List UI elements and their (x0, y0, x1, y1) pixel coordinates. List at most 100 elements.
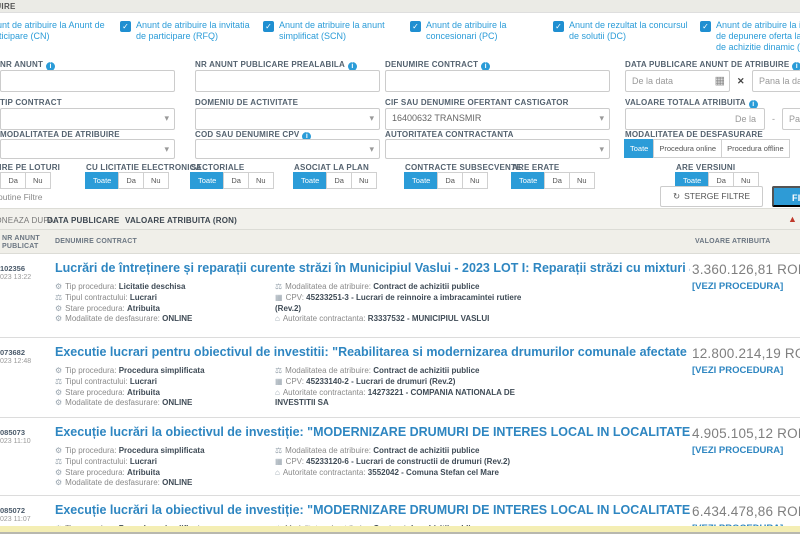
checkbox-cn[interactable]: ✓ Anunt de atribuire la Anunt de partici… (0, 20, 110, 42)
date-from-input[interactable]: De la data ▦ (625, 70, 730, 92)
toggle-toate-button[interactable]: Toate (404, 172, 438, 189)
toggle-loturi: Toate Da Nu (0, 172, 51, 189)
row-title-link[interactable]: Execuție lucrări la obiectivul de invest… (55, 503, 690, 517)
scales-icon: ⚖ (275, 446, 282, 455)
toggle-nu-button[interactable]: Nu (462, 172, 488, 189)
chevron-down-icon: ▾ (164, 113, 169, 124)
scales-icon: ⚖ (275, 366, 282, 375)
row-details-right: ⚖Modalitatea de atribuire: Contract de a… (275, 446, 533, 478)
row-date: 023 11:10 (0, 438, 60, 445)
modalitate-atribuire-select[interactable]: ▾ (0, 139, 175, 159)
cif-ofertant-select[interactable]: 16400632 TRANSMIR▾ (385, 108, 610, 130)
desfasurare-toate-button[interactable]: Toate (624, 139, 654, 158)
building-icon: ⌂ (275, 388, 280, 397)
range-dash: - (772, 114, 775, 124)
detail-tipul-contractului: ⚖Tipul contractului: Lucrari (55, 377, 267, 388)
nr-anunt-input[interactable] (0, 70, 175, 92)
toggle-nu-button[interactable]: Nu (25, 172, 51, 189)
valoare-to-placeholder: Pana la (789, 114, 800, 124)
tip-contract-select[interactable]: ▾ (0, 108, 175, 130)
row-title-link[interactable]: Executie lucrari pentru obiectivul de in… (55, 345, 690, 359)
toggle-licitatie: Toate Da Nu (86, 172, 169, 189)
checkbox-label: Anunt de atribuire la invitatia de depun… (716, 20, 800, 53)
checkbox-dc[interactable]: ✓ Anunt de rezultat la concursul de solu… (553, 20, 693, 42)
vezi-procedura-link[interactable]: [VEZI PROCEDURA] (692, 281, 783, 292)
valoare-to-input[interactable]: Pana la (782, 108, 800, 130)
less-filters-link[interactable]: Mai putine Filtre (0, 192, 42, 202)
desfasurare-offline-button[interactable]: Procedura offline (721, 139, 790, 158)
table-header: NR ANUNTPUBLICAT DENUMIRE CONTRACT VALOA… (0, 230, 800, 254)
valoare-from-input[interactable]: De la (625, 108, 765, 130)
checkbox-pc[interactable]: ✓ Anunt de atribuire la concesionari (PC… (410, 20, 550, 42)
checkbox-checked-icon[interactable]: ✓ (410, 21, 421, 32)
denumire-contract-input[interactable] (385, 70, 610, 92)
checkbox-checked-icon[interactable]: ✓ (120, 21, 131, 32)
nr-prealabila-input[interactable] (195, 70, 380, 92)
toggle-nu-button[interactable]: Nu (569, 172, 595, 189)
clear-date-icon[interactable]: ✕ (737, 76, 745, 87)
detail-modalitatea-atribuire: ⚖Modalitatea de atribuire: Contract de a… (275, 366, 533, 377)
sort-valoare-atribuita[interactable]: VALOARE ATRIBUITA (RON) (125, 216, 237, 225)
toggle-nu-button[interactable]: Nu (143, 172, 169, 189)
toggle-da-button[interactable]: Da (223, 172, 249, 189)
date-to-placeholder: Pana la data (759, 76, 800, 86)
row-date: 023 11:07 (0, 516, 60, 523)
toggle-toate-button[interactable]: Toate (511, 172, 545, 189)
toggle-toate-button[interactable]: Toate (293, 172, 327, 189)
row-details-left: ⚙Tip procedura: Licitatie deschisa ⚖Tipu… (55, 282, 267, 325)
checkbox-checked-icon[interactable]: ✓ (553, 21, 564, 32)
row-id: 073682 (0, 348, 54, 357)
gear-icon: ⚙ (55, 398, 62, 407)
col-valoare-atribuita: VALOARE ATRIBUITA (695, 238, 770, 246)
vezi-procedura-link[interactable]: [VEZI PROCEDURA] (692, 365, 783, 376)
toggle-licitatie-label: CU LICITATIE ELECTRONICA (86, 163, 202, 172)
row-details-right: ⚖Modalitatea de atribuire: Contract de a… (275, 282, 533, 325)
toggle-subsecvente-label: CONTRACTE SUBSECVENTE (405, 163, 522, 172)
cpv-select[interactable]: ▾ (195, 139, 380, 159)
sort-data-publicare[interactable]: DATA PUBLICARE (47, 216, 119, 225)
toggle-toate-button[interactable]: Toate (190, 172, 224, 189)
clear-filters-button[interactable]: ↻STERGE FILTRE (660, 186, 763, 207)
autoritate-select[interactable]: ▾ (385, 139, 610, 159)
row-title-link[interactable]: Execuție lucrări la obiectivul de invest… (55, 425, 690, 439)
gear-icon: ⚙ (55, 314, 62, 323)
detail-modalitate-desfasurare: ⚙Modalitate de desfasurare: ONLINE (55, 398, 267, 409)
detail-cpv: ▦CPV: 45233251-3 - Lucrari de reinnoire … (275, 293, 533, 315)
gear-icon: ⚙ (55, 388, 62, 397)
chevron-down-icon: ▾ (164, 144, 169, 155)
alert-icon[interactable]: ▲ (788, 214, 797, 224)
checkbox-rfq[interactable]: ✓ Anunt de atribuire la invitatia de par… (120, 20, 260, 42)
toggle-da-button[interactable]: Da (437, 172, 463, 189)
toggle-nu-button[interactable]: Nu (248, 172, 274, 189)
cpv-icon: ▦ (275, 293, 283, 302)
toggle-da-button[interactable]: Da (118, 172, 144, 189)
calendar-icon[interactable]: ▦ (715, 74, 725, 87)
filter-button[interactable]: FILTREAZA (772, 186, 800, 207)
gear-icon: ⚙ (55, 446, 62, 455)
modalitate-atribuire-label: MODALITATEA DE ATRIBUIRE (0, 130, 120, 139)
row-title-link[interactable]: Lucrări de întreținere și reparații cure… (55, 261, 690, 275)
checkbox-scn[interactable]: ✓ Anunt de atribuire la anunt simplifica… (263, 20, 403, 42)
checkbox-rfda[interactable]: ✓ Anunt de atribuire la invitatia de dep… (700, 20, 800, 53)
checkbox-checked-icon[interactable]: ✓ (263, 21, 274, 32)
table-row: 102356 023 13:22 Lucrări de întreținere … (0, 254, 800, 338)
col-nr-anunt: NR ANUNTPUBLICAT (2, 235, 40, 251)
toggle-da-button[interactable]: Da (326, 172, 352, 189)
domeniu-select[interactable]: ▾ (195, 108, 380, 130)
toggle-da-button[interactable]: Da (544, 172, 570, 189)
detail-tip-procedura: ⚙Tip procedura: Procedura simplificata (55, 366, 267, 377)
table-row: 073682 023 12:48 Executie lucrari pentru… (0, 338, 800, 418)
detail-stare-procedura: ⚙Stare procedura: Atribuita (55, 468, 267, 479)
toggle-plan-label: ASOCIAT LA PLAN (294, 163, 369, 172)
vezi-procedura-link[interactable]: [VEZI PROCEDURA] (692, 445, 783, 456)
checkbox-checked-icon[interactable]: ✓ (700, 21, 711, 32)
building-icon: ⌂ (275, 314, 280, 323)
toggle-nu-button[interactable]: Nu (351, 172, 377, 189)
top-bar: ATRIBUIRE (0, 0, 800, 13)
toggle-toate-button[interactable]: Toate (85, 172, 119, 189)
toggle-da-button[interactable]: Da (0, 172, 26, 189)
valoare-from-placeholder: De la (735, 114, 756, 124)
date-to-input[interactable]: Pana la data (752, 70, 800, 92)
desfasurare-label: MODALITATEA DE DESFASURARE (625, 130, 763, 139)
desfasurare-online-button[interactable]: Procedura online (653, 139, 722, 158)
